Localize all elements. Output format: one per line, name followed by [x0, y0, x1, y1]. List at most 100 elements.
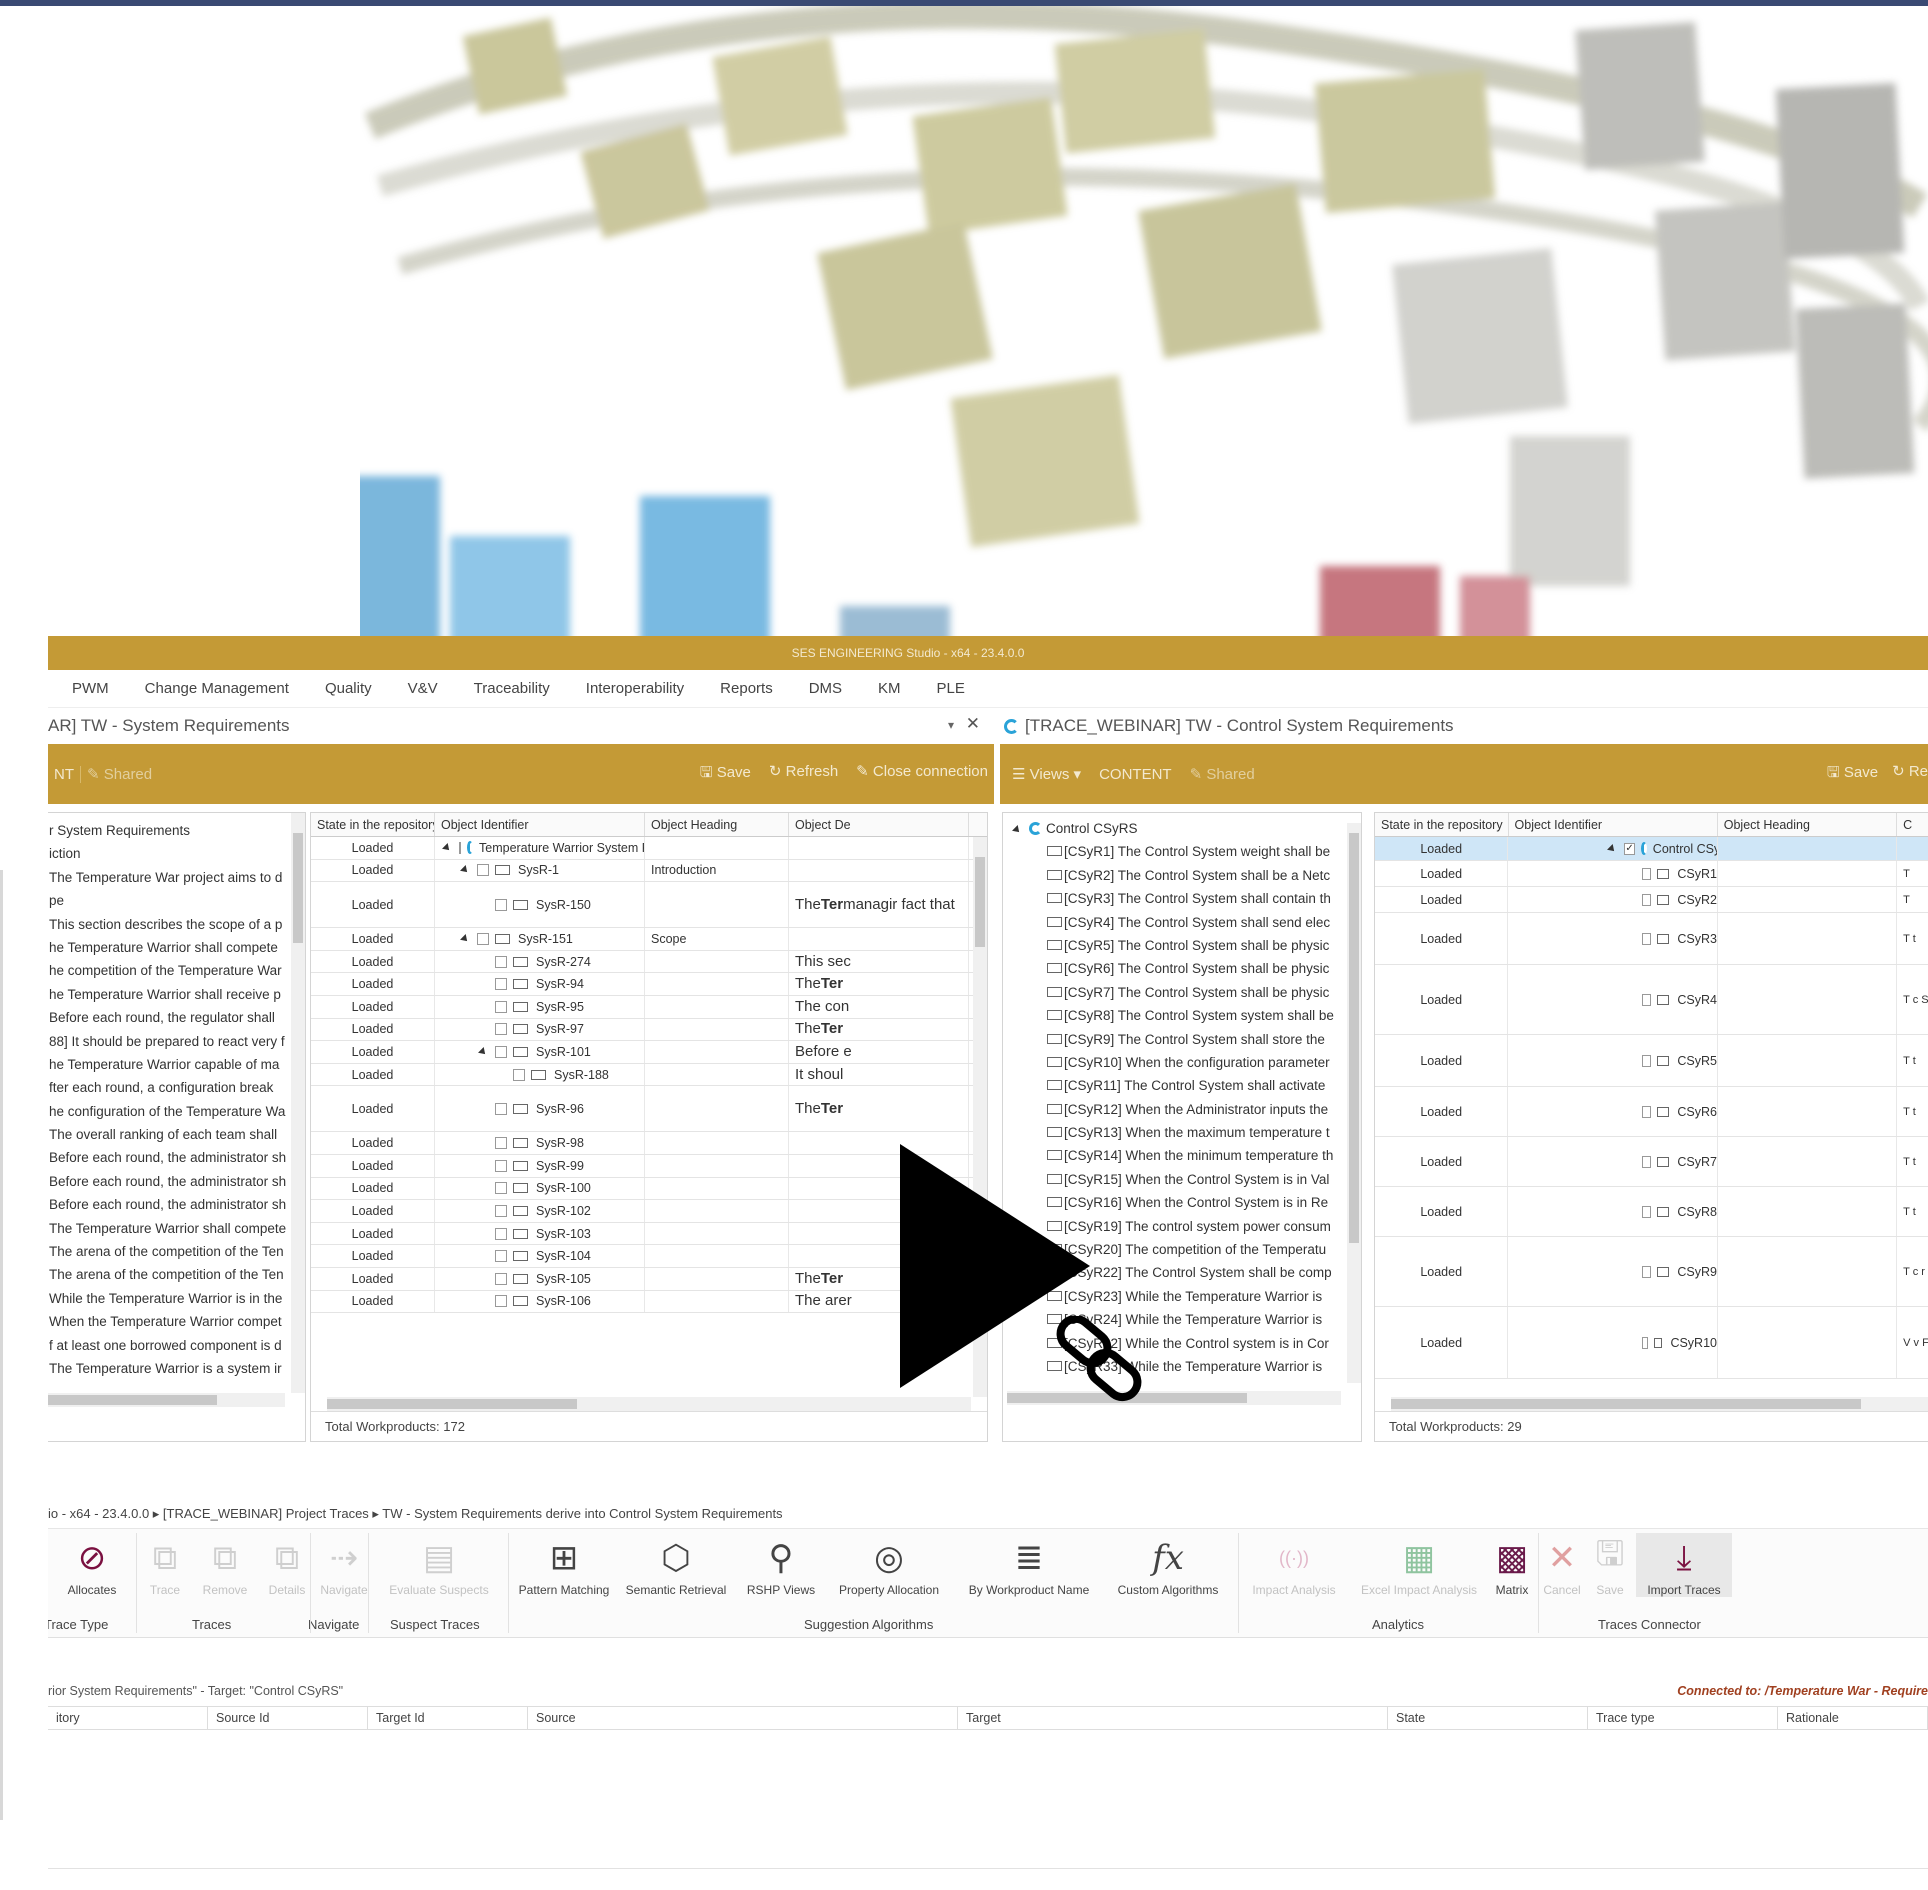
column-header[interactable]: Trace type	[1588, 1707, 1778, 1729]
row-checkbox[interactable]	[1641, 1054, 1652, 1067]
tree-item[interactable]: [CSyR3] The Control System shall contain…	[1011, 887, 1361, 910]
table-row[interactable]: Loaded CSyR7 T t	[1375, 1137, 1928, 1187]
row-checkbox[interactable]	[1641, 993, 1652, 1006]
tree-item[interactable]: he Temperature Warrior shall compete	[48, 936, 305, 959]
tree-item[interactable]: When the Temperature Warrior compet	[48, 1310, 305, 1333]
row-checkbox[interactable]	[513, 1068, 525, 1081]
row-checkbox[interactable]	[1641, 1105, 1652, 1118]
table-row[interactable]: Loaded CSyR1 T	[1375, 861, 1928, 887]
ribbon-button[interactable]: ▦ Excel Impact Analysis	[1352, 1533, 1486, 1597]
table-row[interactable]: Loaded SysR-102	[311, 1200, 987, 1223]
save-button[interactable]: 🖫 Save	[1827, 762, 1878, 787]
tree-item[interactable]: This section describes the scope of a p	[48, 913, 305, 936]
expand-arrow-icon[interactable]	[460, 865, 470, 876]
column-header[interactable]: Object De	[789, 813, 969, 836]
table-row[interactable]: Loaded SysR-150 The Ter managir fact that	[311, 882, 987, 929]
table-row[interactable]: Loaded SysR-151 Scope	[311, 928, 987, 951]
row-checkbox[interactable]	[495, 1102, 507, 1115]
table-row[interactable]: Loaded SysR-1 Introduction	[311, 859, 987, 883]
table-row[interactable]: Loaded CSyR8 T t	[1375, 1187, 1928, 1237]
ribbon-button[interactable]: ⊞ Pattern Matching	[510, 1533, 618, 1597]
tree-item[interactable]: The overall ranking of each team shall	[48, 1123, 305, 1146]
horizontal-scrollbar[interactable]	[48, 1393, 285, 1407]
horizontal-scrollbar[interactable]	[327, 1397, 971, 1411]
row-checkbox[interactable]	[1641, 932, 1652, 945]
row-checkbox[interactable]	[495, 898, 507, 911]
menu-item[interactable]: KM	[878, 680, 901, 697]
table-row[interactable]: Loaded SysR-105 The Ter	[311, 1267, 987, 1291]
row-checkbox[interactable]	[495, 1204, 507, 1217]
vertical-scrollbar[interactable]	[1347, 823, 1361, 1383]
column-header[interactable]: Target Id	[368, 1707, 528, 1729]
row-checkbox[interactable]	[459, 841, 461, 854]
row-checkbox[interactable]	[495, 1045, 507, 1058]
expand-arrow-icon[interactable]	[1012, 825, 1022, 835]
column-header[interactable]: Target	[958, 1707, 1388, 1729]
tab-control-system-requirements[interactable]: [TRACE_WEBINAR] TW - Control System Requ…	[994, 708, 1928, 744]
row-checkbox[interactable]	[495, 978, 507, 991]
ribbon-button[interactable]: ⤓ Import Traces	[1636, 1533, 1732, 1597]
tree-item[interactable]: [CSyR12] When the Administrator inputs t…	[1011, 1098, 1361, 1121]
table-row[interactable]: Loaded SysR-188 It shoul	[311, 1063, 987, 1087]
table-row[interactable]: Loaded SysR-106 The arer	[311, 1290, 987, 1314]
ribbon-button[interactable]: 🖫 Save	[1588, 1533, 1632, 1598]
row-checkbox[interactable]	[1641, 1155, 1652, 1168]
menu-item[interactable]: PWM	[72, 680, 109, 697]
table-row[interactable]: Loaded CSyR4 T c S	[1375, 965, 1928, 1035]
row-checkbox[interactable]	[495, 1227, 507, 1240]
tree-item[interactable]: pe	[48, 889, 305, 912]
ribbon-button[interactable]: ▤ Evaluate Suspects	[374, 1533, 504, 1597]
vertical-scrollbar[interactable]	[291, 813, 305, 1393]
table-row[interactable]: Loaded CSyR6 T t	[1375, 1087, 1928, 1137]
column-header[interactable]: Object Identifier	[435, 813, 645, 836]
table-row[interactable]: Loaded CSyR2 T	[1375, 887, 1928, 913]
tree-item[interactable]: f at least one borrowed component is d	[48, 1334, 305, 1357]
table-row[interactable]: Loaded SysR-274 This sec	[311, 950, 987, 974]
row-checkbox[interactable]	[1641, 1265, 1652, 1278]
tree-item[interactable]: The Temperature Warrior shall compete	[48, 1217, 305, 1240]
close-icon[interactable]: ✕	[966, 714, 980, 734]
menu-item[interactable]: PLE	[937, 680, 965, 697]
tree-item[interactable]: Before each round, the administrator sh	[48, 1193, 305, 1216]
ribbon-button[interactable]: ≣ By Workproduct Name	[954, 1533, 1104, 1597]
ribbon-button[interactable]: ⧉ Remove	[194, 1533, 256, 1598]
tree-item[interactable]: Before each round, the regulator shall	[48, 1006, 305, 1029]
table-row[interactable]: Loaded CSyR10 V v F	[1375, 1307, 1928, 1379]
shared-toggle[interactable]: ✎ Shared	[1190, 765, 1255, 783]
content-tab[interactable]: CONTENT	[1099, 766, 1172, 783]
tree-item[interactable]: The Temperature War project aims to d	[48, 866, 305, 889]
tree-item[interactable]: 88] It should be prepared to react very …	[48, 1030, 305, 1053]
table-row[interactable]: Loaded SysR-98	[311, 1132, 987, 1155]
table-row[interactable]: Loaded CSyR9 T c r	[1375, 1237, 1928, 1307]
table-row[interactable]: Loaded ✓ Control CSyRS	[1375, 837, 1928, 861]
tree-item[interactable]: Before each round, the administrator sh	[48, 1170, 305, 1193]
table-row[interactable]: Loaded SysR-103	[311, 1222, 987, 1246]
row-checkbox[interactable]	[477, 932, 489, 945]
row-checkbox[interactable]	[495, 1137, 507, 1150]
expand-arrow-icon[interactable]	[442, 842, 452, 853]
column-header[interactable]: State in the repository	[1375, 813, 1509, 836]
ribbon-button[interactable]: ✕ Cancel	[1540, 1533, 1584, 1597]
tree-item[interactable]: [CSyR11] The Control System shall activa…	[1011, 1074, 1361, 1097]
column-header[interactable]: itory	[48, 1707, 208, 1729]
horizontal-scrollbar[interactable]	[1391, 1397, 1928, 1411]
row-checkbox[interactable]	[495, 1000, 507, 1013]
tree-item[interactable]: While the Temperature Warrior is in the	[48, 1287, 305, 1310]
tab-system-requirements[interactable]: AR] TW - System Requirements ▾ ✕	[48, 708, 994, 744]
toolbar-tab-label[interactable]: NT	[48, 765, 81, 783]
tree-item[interactable]: [CSyR4] The Control System shall send el…	[1011, 911, 1361, 934]
row-checkbox[interactable]: ✓	[1624, 842, 1635, 855]
tree-item[interactable]: he configuration of the Temperature Wa	[48, 1100, 305, 1123]
pin-icon[interactable]: ▾	[948, 718, 954, 732]
tree-item[interactable]: [CSyR1] The Control System weight shall …	[1011, 840, 1361, 863]
table-row[interactable]: Loaded CSyR3 T t	[1375, 913, 1928, 965]
tree-item[interactable]: he competition of the Temperature War	[48, 959, 305, 982]
tree-item[interactable]: fter each round, a configuration break	[48, 1076, 305, 1099]
tree-item[interactable]: r System Requirements	[48, 819, 305, 842]
table-row[interactable]: Loaded CSyR5 T t	[1375, 1035, 1928, 1087]
row-checkbox[interactable]	[495, 955, 507, 968]
row-checkbox[interactable]	[495, 1295, 507, 1308]
refresh-button[interactable]: ↻ Refresh	[769, 762, 838, 787]
menu-item[interactable]: DMS	[809, 680, 842, 697]
table-row[interactable]: Loaded SysR-99	[311, 1154, 987, 1178]
